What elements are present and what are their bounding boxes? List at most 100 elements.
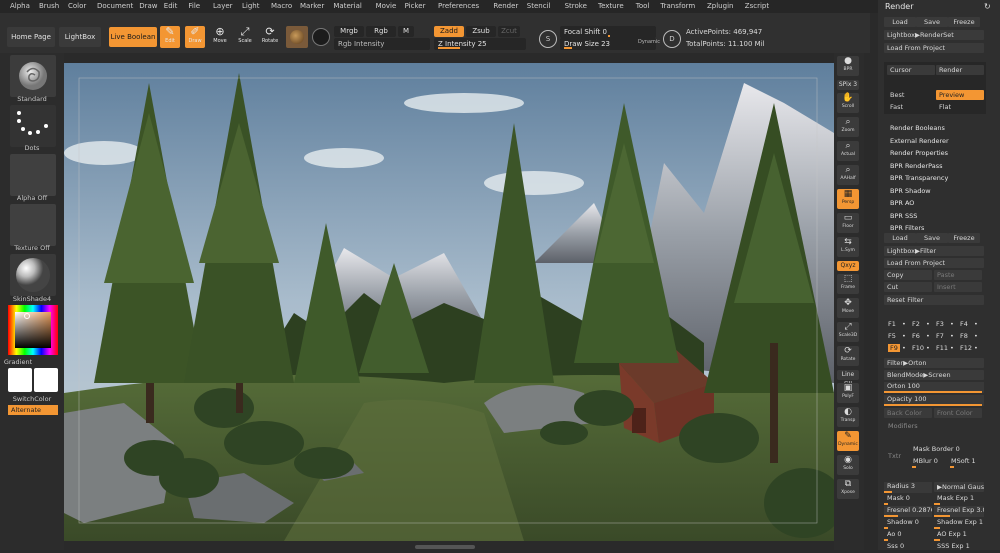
back-color-button[interactable]: Back Color: [884, 408, 932, 418]
render-save-button[interactable]: Save: [916, 17, 948, 27]
menu-item-stroke[interactable]: Stroke: [565, 2, 587, 10]
shelf-button-floor[interactable]: ▭ Floor: [837, 213, 859, 233]
shelf-button-qxyz[interactable]: Qxyz: [837, 261, 859, 271]
menu-item-zscript[interactable]: Zscript: [745, 2, 769, 10]
shelf-button-polyf[interactable]: ▣ PolyF: [837, 383, 859, 403]
filter-load-button[interactable]: Load: [884, 233, 916, 243]
filter-slot-f5[interactable]: F5: [888, 332, 896, 340]
main-color-swatch[interactable]: [8, 368, 32, 392]
menu-item-draw[interactable]: Draw: [139, 2, 157, 10]
load-from-project-button[interactable]: Load From Project: [884, 43, 984, 53]
live-boolean-button[interactable]: Live Boolean: [109, 27, 157, 47]
subpalette-bpr-shadow[interactable]: BPR Shadow: [890, 187, 931, 195]
menu-item-document[interactable]: Document: [97, 2, 133, 10]
menu-item-macro[interactable]: Macro: [271, 2, 292, 10]
filter-freeze-button[interactable]: Freeze: [948, 233, 980, 243]
rgb-button[interactable]: Rgb: [366, 26, 396, 37]
menu-item-tool[interactable]: Tool: [636, 2, 650, 10]
bottom-shelf-handle[interactable]: [415, 545, 475, 549]
mask-exp-slider[interactable]: Mask Exp 1: [934, 494, 984, 505]
mask-border-slider[interactable]: Mask Border 0: [910, 445, 984, 456]
fresnel-slider[interactable]: Fresnel 0.28767: [884, 506, 932, 517]
color-marker[interactable]: [24, 313, 30, 319]
edit-button[interactable]: ✎ Edit: [160, 26, 180, 48]
menu-item-alpha[interactable]: Alpha: [10, 2, 30, 10]
reset-filter-button[interactable]: Reset Filter: [884, 295, 984, 305]
menu-item-color[interactable]: Color: [68, 2, 86, 10]
menu-item-movie[interactable]: Movie: [376, 2, 397, 10]
move-button[interactable]: ⊕ Move: [210, 26, 230, 48]
menu-item-light[interactable]: Light: [242, 2, 259, 10]
fresnel-exp-slider[interactable]: Fresnel Exp 3.03: [934, 506, 984, 517]
blendmode-button[interactable]: BlendMode▶Screen: [884, 370, 984, 380]
radius-slider[interactable]: Radius 3: [884, 482, 932, 493]
filter-slot-f9[interactable]: F9: [888, 344, 900, 352]
zsub-button[interactable]: Zsub: [466, 26, 496, 37]
subpalette-render-booleans[interactable]: Render Booleans: [890, 124, 945, 132]
subpalette-bpr-transparency[interactable]: BPR Transparency: [890, 174, 948, 182]
lightbox-filter-button[interactable]: Lightbox▶Filter: [884, 246, 984, 256]
shelf-button-zoom[interactable]: ⌕ Zoom: [837, 117, 859, 137]
shelf-button-dynamic[interactable]: ✎ Dynamic: [837, 431, 859, 451]
menu-item-render[interactable]: Render: [493, 2, 518, 10]
menu-item-marker[interactable]: Marker: [300, 2, 324, 10]
filter-slot-f12[interactable]: F12: [960, 344, 972, 352]
msoft-slider[interactable]: MSoft 1: [948, 457, 984, 468]
filter-slot-f7[interactable]: F7: [936, 332, 944, 340]
shelf-button-bpr[interactable]: ● BPR: [837, 56, 859, 76]
subpalette-external-renderer[interactable]: External Renderer: [890, 137, 949, 145]
filter-slot-f2[interactable]: F2: [912, 320, 920, 328]
menu-item-preferences[interactable]: Preferences: [438, 2, 479, 10]
material-swatch[interactable]: [286, 26, 308, 48]
shelf-button-spix-3[interactable]: SPix 3: [837, 80, 859, 90]
subpalette-bpr-renderpass[interactable]: BPR RenderPass: [890, 162, 943, 170]
mblur-slider[interactable]: MBlur 0: [910, 457, 946, 468]
shelf-button-aahalf[interactable]: ⌕ AAHalf: [837, 165, 859, 185]
paste-button[interactable]: Paste: [934, 270, 982, 280]
filter-orton-button[interactable]: Filter▶Orton: [884, 358, 984, 368]
shelf-button-frame[interactable]: ⬚ Frame: [837, 274, 859, 294]
rgb-intensity-slider[interactable]: Rgb Intensity: [334, 38, 430, 50]
render-freeze-button[interactable]: Freeze: [948, 17, 980, 27]
subpalette-bpr-ao[interactable]: BPR AO: [890, 199, 914, 207]
canvas-viewport[interactable]: [64, 63, 834, 541]
insert-button[interactable]: Insert: [934, 282, 982, 292]
zadd-button[interactable]: Zadd: [434, 26, 464, 37]
shelf-button-solo[interactable]: ◉ Solo: [837, 455, 859, 475]
color-picker[interactable]: [8, 305, 58, 355]
opacity-slider[interactable]: Opacity 100: [884, 395, 984, 406]
stroke-thumbnail[interactable]: [10, 105, 56, 147]
subpalette-render-properties[interactable]: Render Properties: [890, 149, 948, 157]
menu-item-file[interactable]: File: [188, 2, 200, 10]
draw-button[interactable]: ✐ Draw: [185, 26, 205, 48]
subpalette-bpr-filters[interactable]: BPR Filters: [890, 224, 924, 232]
color-square[interactable]: [15, 312, 51, 348]
shelf-button-transp[interactable]: ◐ Transp: [837, 407, 859, 427]
shelf-button-l-sym[interactable]: ⇆ L.Sym: [837, 237, 859, 257]
switchcolor-label[interactable]: SwitchColor: [0, 395, 64, 403]
shadow-exp-slider[interactable]: Shadow Exp 1: [934, 518, 984, 529]
focal-shift-slider[interactable]: Focal Shift 0: [560, 26, 656, 38]
orton-slider[interactable]: Orton 100: [884, 382, 984, 393]
brush-thumbnail[interactable]: [10, 55, 56, 97]
filter-slot-f11[interactable]: F11: [936, 344, 948, 352]
subpalette-bpr-sss[interactable]: BPR SSS: [890, 212, 917, 220]
filter-slot-f3[interactable]: F3: [936, 320, 944, 328]
menu-item-material[interactable]: Material: [333, 2, 361, 10]
alpha-thumbnail[interactable]: [10, 154, 56, 196]
menu-item-stencil[interactable]: Stencil: [527, 2, 551, 10]
stroke-icon[interactable]: S: [539, 30, 557, 48]
cursor-button[interactable]: Cursor: [887, 65, 935, 75]
texture-thumbnail[interactable]: [10, 204, 56, 246]
fast-button[interactable]: Fast: [887, 102, 935, 112]
filter-load-from-project-button[interactable]: Load From Project: [884, 258, 984, 268]
preview-button[interactable]: Preview: [936, 90, 984, 100]
secondary-color-swatch[interactable]: [34, 368, 58, 392]
shelf-button-actual[interactable]: ⌕ Actual: [837, 141, 859, 161]
menu-item-texture[interactable]: Texture: [598, 2, 624, 10]
shelf-button-scroll[interactable]: ✋ Scroll: [837, 93, 859, 113]
menu-item-layer[interactable]: Layer: [213, 2, 233, 10]
cut-button[interactable]: Cut: [884, 282, 932, 292]
lightbox-renderset-button[interactable]: Lightbox▶RenderSet: [884, 30, 984, 40]
menu-item-edit[interactable]: Edit: [164, 2, 178, 10]
